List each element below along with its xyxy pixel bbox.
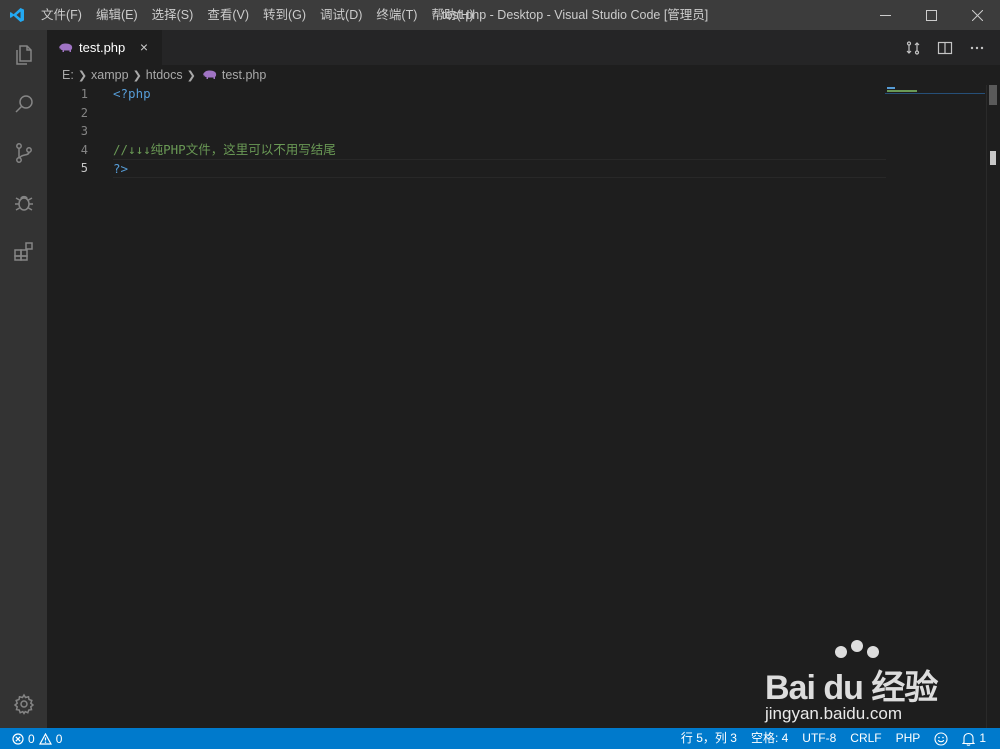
notifications-button[interactable]: 1: [955, 728, 1000, 749]
indentation[interactable]: 空格: 4: [744, 728, 795, 749]
minimap-viewport: [885, 93, 985, 94]
compare-changes-icon: [906, 40, 920, 55]
breadcrumb-xampp[interactable]: xampp: [91, 68, 129, 82]
problems-indicator[interactable]: 0 0: [0, 732, 62, 746]
chevron-right-icon: ❯: [132, 69, 142, 82]
end-of-line[interactable]: CRLF: [843, 728, 888, 749]
menu-edit[interactable]: 编辑(E): [89, 0, 145, 30]
files-icon: [15, 44, 32, 65]
ellipsis-icon: [970, 46, 984, 49]
menu-selection[interactable]: 选择(S): [145, 0, 201, 30]
warning-count: 0: [55, 731, 63, 746]
tab-label: test.php: [79, 40, 126, 55]
breadcrumb-file[interactable]: test.php: [222, 68, 266, 82]
code-line: //↓↓↓纯PHP文件，这里可以不用写结尾: [113, 141, 886, 160]
close-window-button[interactable]: [954, 0, 1000, 30]
search-button[interactable]: [0, 79, 47, 128]
manage-button[interactable]: [0, 679, 47, 728]
code-line-current: ?>: [113, 159, 886, 178]
activity-bar: [0, 30, 47, 728]
line-number-gutter: 1 2 3 4 5: [47, 85, 103, 178]
error-icon: [12, 732, 24, 745]
watermark-url: jingyan.baidu.com: [765, 704, 903, 723]
minimize-button[interactable]: [862, 0, 908, 30]
error-count: 0: [28, 731, 35, 746]
language-mode[interactable]: PHP: [889, 728, 928, 749]
code-comment: //↓↓↓纯PHP文件，这里可以不用写结尾: [113, 141, 336, 157]
search-icon: [14, 94, 33, 113]
source-control-icon: [15, 142, 32, 163]
minimap[interactable]: [885, 85, 985, 728]
scrollbar-thumb[interactable]: [989, 85, 997, 105]
source-control-button[interactable]: [0, 128, 47, 177]
close-icon: [971, 9, 983, 21]
breadcrumb: E: ❯ xampp ❯ htdocs ❯ test.php: [47, 65, 1000, 85]
tab-bar: test.php ×: [47, 30, 1000, 65]
watermark-logo: Bai du 经验: [765, 669, 938, 707]
vertical-scrollbar[interactable]: [986, 85, 1000, 728]
tab-close-icon[interactable]: ×: [136, 39, 152, 55]
status-bar-right: 行 5，列 3 空格: 4 UTF-8 CRLF PHP 1: [674, 728, 1000, 749]
line-number-current: 5: [80, 161, 88, 175]
line-number: 1: [80, 87, 88, 101]
php-open-tag: <?php: [113, 86, 151, 101]
minimap-line: [887, 87, 895, 89]
chevron-right-icon: ❯: [77, 69, 88, 82]
bell-icon: [962, 732, 976, 746]
smiley-icon: [934, 731, 948, 746]
debug-icon: [14, 195, 33, 211]
breadcrumb-drive[interactable]: E:: [62, 68, 74, 82]
open-changes-button[interactable]: [900, 35, 926, 61]
menu-terminal[interactable]: 终端(T): [369, 0, 424, 30]
extensions-icon: [13, 241, 33, 261]
more-actions-button[interactable]: [964, 35, 990, 61]
chevron-right-icon: ❯: [186, 69, 196, 82]
line-number: 2: [80, 105, 88, 120]
split-editor-icon: [937, 41, 953, 54]
menu-bar: 文件(F) 编辑(E) 选择(S) 查看(V) 转到(G) 调试(D) 终端(T…: [34, 0, 481, 30]
gear-icon: [13, 693, 34, 715]
editor-actions: [900, 30, 990, 65]
cursor-position[interactable]: 行 5，列 3: [674, 728, 744, 749]
code-line: <?php: [113, 85, 886, 104]
explorer-button[interactable]: [0, 30, 47, 79]
title-bar: 文件(F) 编辑(E) 选择(S) 查看(V) 转到(G) 调试(D) 终端(T…: [0, 0, 1000, 30]
encoding[interactable]: UTF-8: [795, 728, 843, 749]
menu-help[interactable]: 帮助(H): [424, 0, 480, 30]
minimize-icon: [879, 14, 891, 16]
php-elephant-icon: [59, 43, 73, 52]
code-editor[interactable]: 1 2 3 4 5 <?php //↓↓↓纯PHP文件，这里可以不用写结尾 ?>: [47, 85, 1000, 728]
extensions-button[interactable]: [0, 226, 47, 275]
baidu-jingyan-watermark: Bai du 经验 jingyan.baidu.com: [765, 640, 965, 728]
maximize-icon: [925, 9, 937, 21]
feedback-button[interactable]: [927, 728, 955, 749]
split-editor-button[interactable]: [932, 35, 958, 61]
menu-go[interactable]: 转到(G): [256, 0, 313, 30]
vscode-logo-icon: [0, 0, 34, 30]
php-elephant-icon: [202, 70, 216, 79]
status-bar: 0 0 行 5，列 3 空格: 4 UTF-8 CRLF PHP 1: [0, 728, 1000, 749]
minimap-line: [887, 90, 917, 92]
window-controls: [862, 0, 1000, 30]
code-area[interactable]: <?php //↓↓↓纯PHP文件，这里可以不用写结尾 ?>: [113, 85, 886, 178]
cursor-marker: [990, 151, 996, 165]
tab-test-php[interactable]: test.php ×: [47, 30, 162, 65]
debug-button[interactable]: [0, 177, 47, 226]
breadcrumb-htdocs[interactable]: htdocs: [146, 68, 183, 82]
notification-count: 1: [979, 731, 986, 745]
line-number: 3: [80, 124, 88, 138]
menu-view[interactable]: 查看(V): [200, 0, 256, 30]
warning-icon: [38, 732, 52, 745]
maximize-button[interactable]: [908, 0, 954, 30]
menu-debug[interactable]: 调试(D): [313, 0, 369, 30]
line-number: 4: [80, 142, 88, 157]
menu-file[interactable]: 文件(F): [34, 0, 89, 30]
php-close-tag: ?>: [113, 161, 129, 176]
